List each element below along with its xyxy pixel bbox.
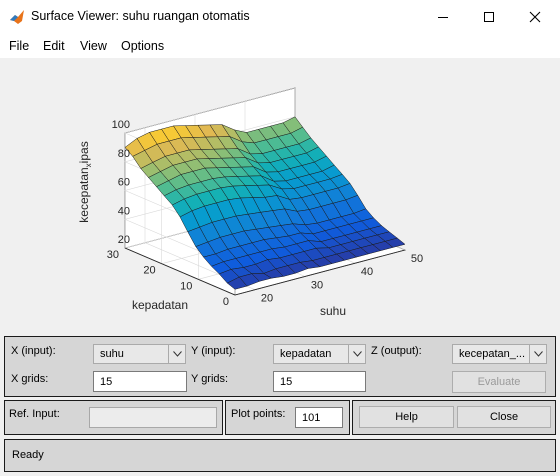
y-input-value: kepadatan xyxy=(280,348,332,360)
z-output-value: kecepatan_... xyxy=(459,348,526,360)
plot-points-label: Plot points: xyxy=(231,408,286,420)
z-output-label: Z (output): xyxy=(371,345,422,357)
plot-points-panel: Plot points: 101 xyxy=(225,400,350,435)
title-bar: Surface Viewer: suhu ruangan otomatis xyxy=(0,0,560,34)
y-grids-value: 15 xyxy=(280,376,293,388)
surface-plot-area[interactable]: 20 30 40 50 0 10 20 30 20 40 60 80 100 suhu kepadatan k… xyxy=(0,58,560,332)
status-text: Ready xyxy=(12,449,44,461)
ref-input-panel: Ref. Input: xyxy=(4,400,223,435)
y-input-label: Y (input): xyxy=(191,345,236,357)
surface-plot[interactable]: 20 30 40 50 0 10 20 30 20 40 60 80 100 suhu kepadatan k… xyxy=(0,58,560,332)
y-input-select[interactable]: kepadatan xyxy=(273,344,366,364)
y-grids-input[interactable]: 15 xyxy=(273,371,366,392)
menu-view[interactable]: View xyxy=(80,39,107,53)
z-tick-label: 20 xyxy=(118,234,130,246)
axes-panel: X (input): suhu Y (input): kepadatan Z (… xyxy=(4,336,556,397)
close-button[interactable]: Close xyxy=(457,406,551,428)
y-tick-label: 30 xyxy=(107,249,119,261)
y-tick-label: 0 xyxy=(223,296,229,308)
x-tick-label: 20 xyxy=(261,293,273,305)
status-panel: Ready xyxy=(4,439,556,472)
ref-input-label: Ref. Input: xyxy=(9,408,60,420)
y-tick-label: 10 xyxy=(180,280,192,292)
menu-bar: File Edit View Options xyxy=(0,34,560,58)
menu-file[interactable]: File xyxy=(9,39,29,53)
z-tick-label: 40 xyxy=(118,205,130,217)
maximize-icon xyxy=(484,12,494,22)
x-grids-label: X grids: xyxy=(11,373,49,385)
minimize-icon xyxy=(438,17,448,18)
z-tick-label: 80 xyxy=(118,148,130,160)
y-axis-label: kepadatan xyxy=(132,298,188,312)
chevron-down-icon xyxy=(529,345,546,363)
evaluate-button[interactable]: Evaluate xyxy=(452,371,546,393)
z-axis-label: kecepatanxipas xyxy=(77,141,93,222)
menu-options[interactable]: Options xyxy=(121,39,164,53)
help-button[interactable]: Help xyxy=(359,406,454,428)
y-grids-label: Y grids: xyxy=(191,373,229,385)
x-tick-label: 30 xyxy=(311,279,323,291)
z-tick-label: 100 xyxy=(112,119,130,131)
menu-edit[interactable]: Edit xyxy=(43,39,65,53)
minimize-button[interactable] xyxy=(420,0,466,34)
x-grids-input[interactable]: 15 xyxy=(93,371,187,392)
x-input-value: suhu xyxy=(100,348,124,360)
chevron-down-icon xyxy=(168,345,185,363)
close-icon xyxy=(529,11,541,23)
x-input-select[interactable]: suhu xyxy=(93,344,186,364)
ref-input-field[interactable] xyxy=(89,407,217,428)
x-tick-label: 40 xyxy=(361,266,373,278)
chevron-down-icon xyxy=(348,345,365,363)
x-grids-value: 15 xyxy=(100,376,113,388)
matlab-icon xyxy=(10,10,24,24)
plot-points-input[interactable]: 101 xyxy=(295,407,343,428)
close-window-button[interactable] xyxy=(512,0,558,34)
maximize-button[interactable] xyxy=(466,0,512,34)
x-input-label: X (input): xyxy=(11,345,56,357)
x-tick-label: 50 xyxy=(411,253,423,265)
z-output-select[interactable]: kecepatan_... xyxy=(452,344,547,364)
y-tick-label: 20 xyxy=(143,265,155,277)
control-panel: X (input): suhu Y (input): kepadatan Z (… xyxy=(0,332,560,476)
plot-points-value: 101 xyxy=(302,412,321,424)
z-tick-label: 60 xyxy=(118,177,130,189)
x-axis-label: suhu xyxy=(320,304,346,318)
buttons-panel: Help Close xyxy=(352,400,556,435)
window-title: Surface Viewer: suhu ruangan otomatis xyxy=(31,9,250,23)
